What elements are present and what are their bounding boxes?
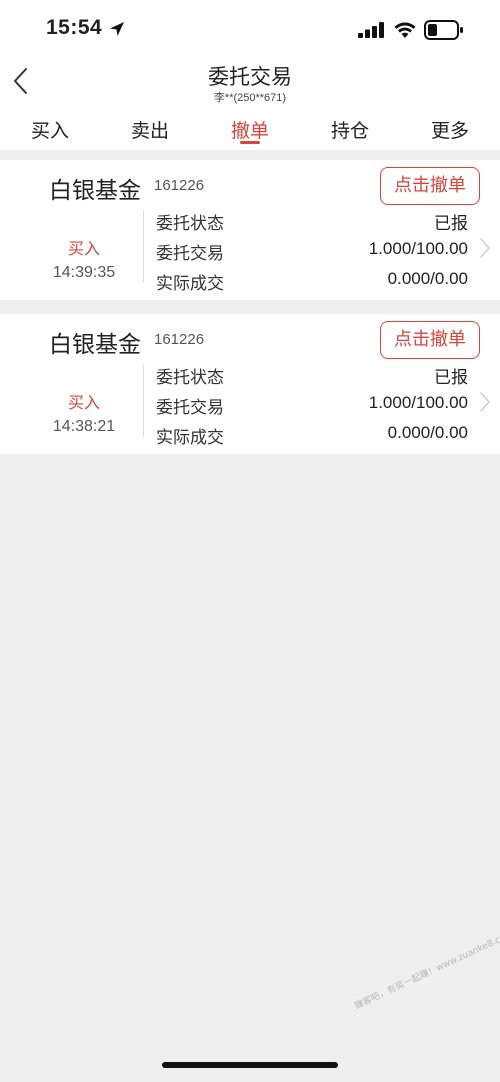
- navigation-bar: 委托交易 李**(250**671): [0, 58, 500, 110]
- cancel-order-button[interactable]: 点击撤单: [380, 167, 480, 205]
- tab-bar: 买入 卖出 撤单 持仓 更多: [0, 110, 500, 150]
- fund-code: 161226: [154, 331, 205, 348]
- order-time: 14:38:21: [52, 418, 116, 435]
- tab-buy[interactable]: 买入: [10, 116, 90, 143]
- row-value: 0.000/0.00: [387, 423, 468, 442]
- row-label: 委托状态: [156, 368, 224, 388]
- order-card[interactable]: 白银基金 161226 点击撤单 买入 14:39:35 委托状态 已报 委托交…: [0, 160, 500, 300]
- order-card[interactable]: 白银基金 161226 点击撤单 买入 14:38:21 委托状态 已报 委托交…: [0, 314, 500, 454]
- tab-positions[interactable]: 持仓: [310, 116, 390, 143]
- order-filled-row: 实际成交 0.000/0.00: [156, 423, 468, 449]
- row-label: 委托交易: [156, 244, 224, 264]
- watermark-text: 赚客吧，有奖一起赚！www.zuanke8.com: [353, 929, 500, 1012]
- page-title: 委托交易: [208, 65, 292, 89]
- cellular-signal-icon: [358, 22, 384, 38]
- fund-code: 161226: [154, 177, 205, 194]
- vertical-divider: [143, 210, 144, 283]
- tab-cancel-order[interactable]: 撤单: [210, 116, 290, 143]
- chevron-right-icon[interactable]: [478, 236, 492, 260]
- status-bar: 15:54: [0, 0, 500, 58]
- cancel-order-button[interactable]: 点击撤单: [380, 321, 480, 359]
- order-status-row: 委托状态 已报: [156, 363, 468, 389]
- account-subtitle: 李**(250**671): [213, 92, 287, 104]
- chevron-right-icon[interactable]: [478, 390, 492, 414]
- location-arrow-icon: [110, 22, 124, 36]
- order-entrust-row: 委托交易 1.000/100.00: [156, 393, 468, 419]
- fund-name: 白银基金: [49, 332, 141, 358]
- row-label: 实际成交: [156, 274, 224, 294]
- status-time: 15:54: [46, 16, 103, 39]
- battery-icon: [424, 20, 463, 40]
- row-label: 委托状态: [156, 214, 224, 234]
- order-entrust-row: 委托交易 1.000/100.00: [156, 239, 468, 265]
- row-value: 1.000/100.00: [368, 393, 468, 412]
- home-indicator[interactable]: [162, 1062, 338, 1068]
- order-time: 14:39:35: [52, 264, 116, 281]
- row-value: 已报: [434, 214, 468, 234]
- active-tab-indicator: [240, 141, 260, 144]
- wifi-icon: [394, 22, 416, 38]
- row-value: 0.000/0.00: [387, 269, 468, 288]
- order-filled-row: 实际成交 0.000/0.00: [156, 269, 468, 295]
- row-label: 委托交易: [156, 398, 224, 418]
- row-value: 已报: [434, 368, 468, 388]
- tab-sell[interactable]: 卖出: [110, 116, 190, 143]
- fund-name: 白银基金: [49, 178, 141, 204]
- vertical-divider: [143, 364, 144, 437]
- header-area: 15:54 委托交易 李**(250**671) 买入 卖出 撤单 持仓 更多: [0, 0, 500, 150]
- row-label: 实际成交: [156, 428, 224, 448]
- tab-more[interactable]: 更多: [410, 116, 490, 143]
- order-status-row: 委托状态 已报: [156, 209, 468, 235]
- order-side: 买入: [67, 393, 100, 412]
- order-side: 买入: [67, 239, 100, 258]
- row-value: 1.000/100.00: [368, 239, 468, 258]
